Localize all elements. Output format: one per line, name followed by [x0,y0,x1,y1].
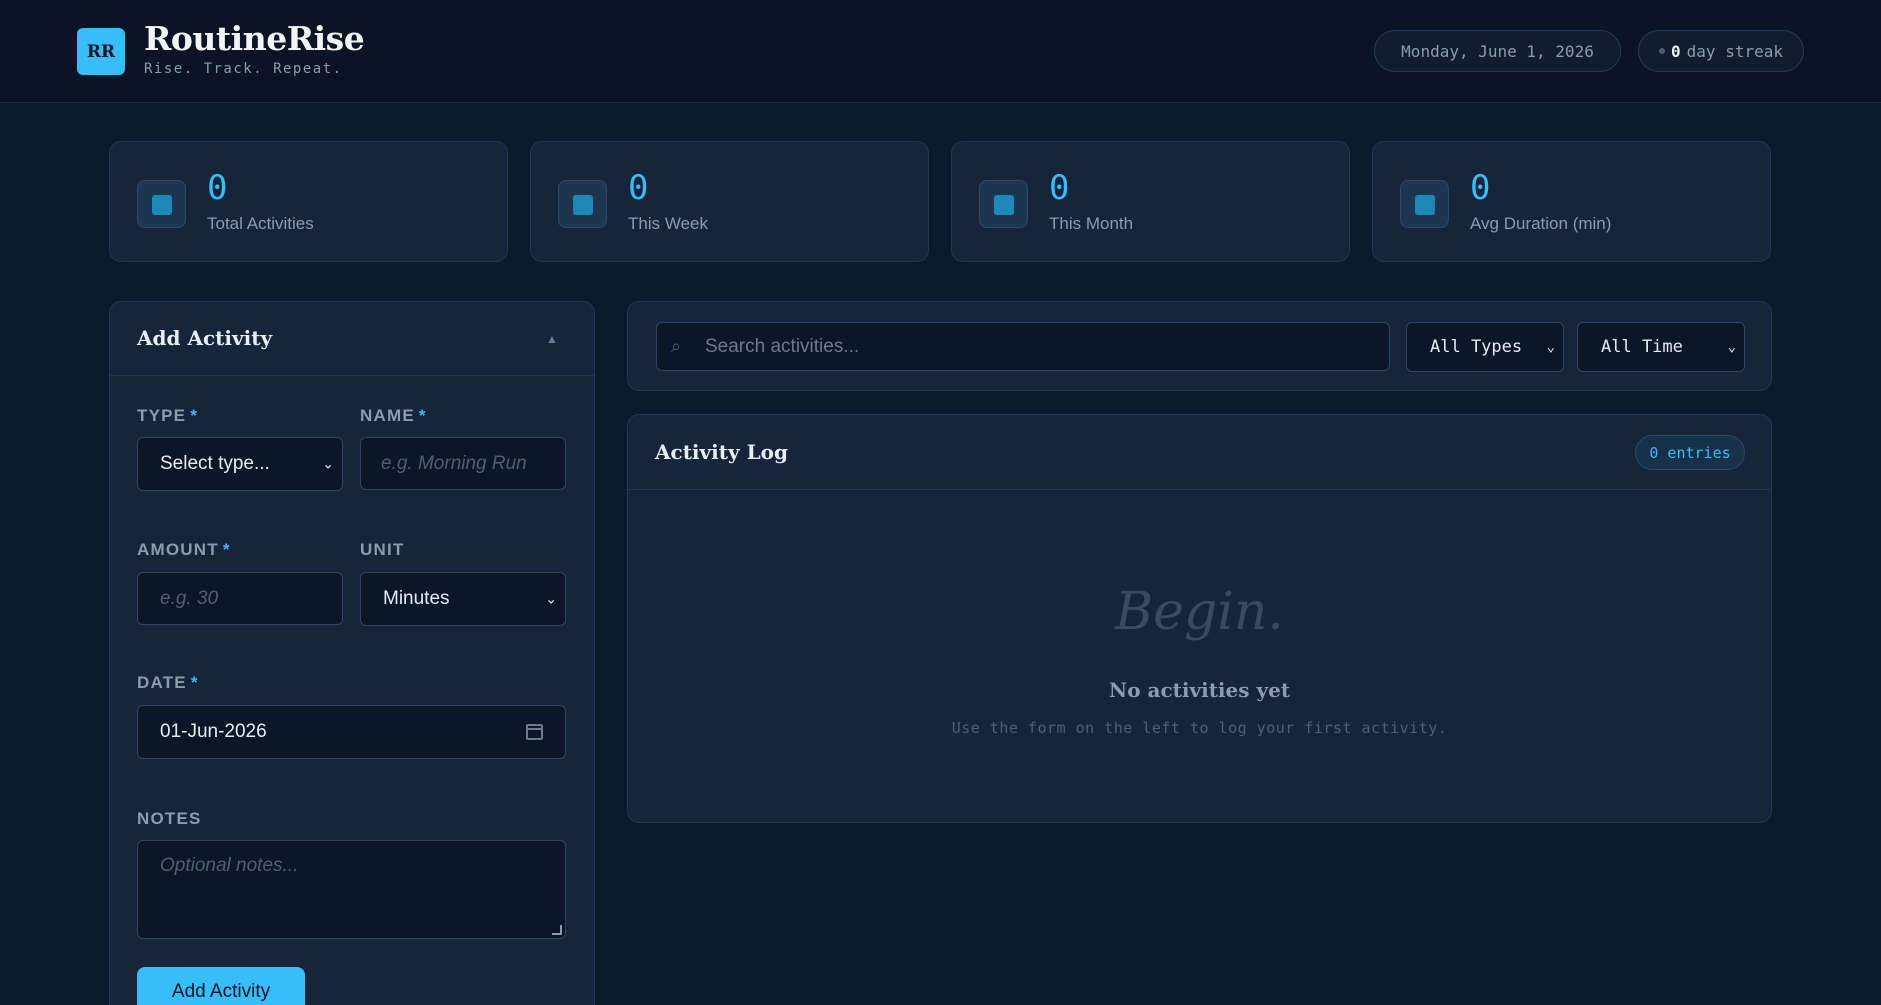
app-tagline: Rise. Track. Repeat. [144,61,343,77]
chevron-down-icon: ⌄ [1727,339,1736,355]
stat-card-month: 0 This Month [951,141,1350,262]
date-pill: Monday, June 1, 2026 [1374,30,1621,72]
add-activity-title: Add Activity [137,326,273,350]
date-label-text: DATE [137,673,187,692]
search-input[interactable]: ⌕ Search activities... [656,322,1390,371]
date-input-value: 01-Jun-2026 [160,721,267,742]
type-filter-select[interactable]: All Types ⌄ [1406,322,1564,372]
add-activity-button-label: Add Activity [171,981,271,1002]
unit-select-value: Minutes [383,588,450,609]
app-title: RoutineRise [144,19,365,58]
required-mark: * [190,406,199,425]
empty-state-title: No activities yet [1108,678,1291,702]
search-placeholder: Search activities... [705,336,860,357]
stat-value: 0 [1470,168,1491,208]
add-activity-header[interactable]: Add Activity ▲ [110,302,594,376]
chevron-down-icon: ⌄ [322,455,334,472]
chevron-up-icon[interactable]: ▲ [546,332,558,346]
logo: RR [77,28,125,75]
entries-badge: 0 entries [1635,435,1745,470]
required-mark: * [190,673,199,692]
amount-label-text: AMOUNT [137,540,219,559]
empty-state-subtitle: Use the form on the left to log your fir… [951,719,1448,737]
name-label-text: NAME [360,406,415,425]
type-label: TYPE * [137,406,198,426]
current-date: Monday, June 1, 2026 [1401,41,1594,61]
square-icon [137,180,186,228]
stat-label: Avg Duration (min) [1470,214,1612,233]
square-icon [1400,180,1449,228]
stat-value: 0 [1049,168,1070,208]
type-select-value: Select type... [160,453,270,474]
unit-label-text: UNIT [360,540,405,559]
stat-value: 0 [207,168,228,208]
date-label: DATE * [137,673,199,693]
time-filter-value: All Time [1601,337,1683,357]
name-input[interactable]: e.g. Morning Run [360,437,566,490]
type-filter-value: All Types [1430,337,1523,357]
notes-placeholder: Optional notes... [160,855,299,876]
stat-value: 0 [628,168,649,208]
resize-handle-icon[interactable] [552,925,562,935]
stat-card-week: 0 This Week [530,141,929,262]
type-label-text: TYPE [137,406,187,425]
type-select[interactable]: Select type... ⌄ [137,437,343,491]
search-filter-panel: ⌕ Search activities... All Types ⌄ All T… [627,301,1772,391]
streak-label: day streak [1686,41,1783,61]
add-activity-panel: Add Activity ▲ TYPE * Select type... ⌄ NA… [109,301,595,1005]
notes-label: NOTES [137,809,202,829]
amount-input[interactable]: e.g. 30 [137,572,343,625]
required-mark: * [418,406,427,425]
time-filter-select[interactable]: All Time ⌄ [1577,322,1745,372]
stat-label: This Week [628,214,708,233]
activity-log-title: Activity Log [655,440,788,464]
chevron-down-icon: ⌄ [545,590,557,607]
logo-initials: RR [86,41,116,62]
name-input-placeholder: e.g. Morning Run [381,452,527,474]
date-input[interactable]: 01-Jun-2026 [137,705,566,759]
square-icon [558,180,607,228]
amount-label: AMOUNT * [137,540,231,560]
app-header: RR RoutineRise Rise. Track. Repeat. Mond… [0,0,1881,103]
notes-textarea[interactable]: Optional notes... [137,840,566,939]
chevron-down-icon: ⌄ [1546,339,1555,355]
stat-label: This Month [1049,214,1134,233]
calendar-icon[interactable] [526,724,543,740]
empty-state-heading: Begin. [1115,582,1284,642]
streak-dot-icon [1659,48,1666,54]
activity-log-panel: Activity Log 0 entries Begin. No activit… [627,414,1772,823]
notes-label-text: NOTES [137,809,202,828]
streak-pill: 0 day streak [1638,30,1804,72]
streak-count: 0 [1671,41,1681,61]
search-icon: ⌕ [671,336,682,356]
stat-card-avg-duration: 0 Avg Duration (min) [1372,141,1771,262]
required-mark: * [222,540,231,559]
stat-card-total: 0 Total Activities [109,141,508,262]
add-activity-button[interactable]: Add Activity [137,967,305,1005]
name-label: NAME * [360,406,427,426]
square-icon [979,180,1028,228]
stat-label: Total Activities [207,214,314,233]
amount-input-placeholder: e.g. 30 [160,587,219,609]
unit-select[interactable]: Minutes ⌄ [360,572,566,626]
unit-label: UNIT [360,540,404,560]
activity-log-header: Activity Log 0 entries [628,415,1771,490]
